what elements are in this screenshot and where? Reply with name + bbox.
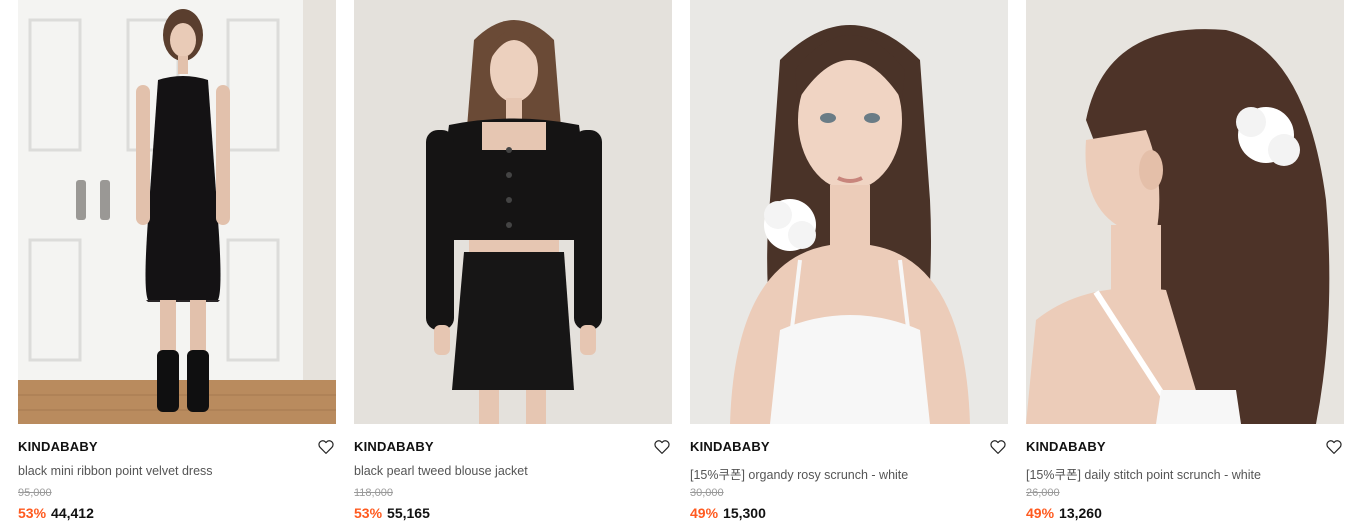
product-name[interactable]: black mini ribbon point velvet dress xyxy=(18,464,336,482)
product-image[interactable] xyxy=(354,0,672,424)
brand-row: KINDABABY xyxy=(690,438,1008,460)
product-card[interactable]: KINDABABY [15%쿠폰] organdy rosy scrunch -… xyxy=(690,0,1008,529)
sale-price: 15,300 xyxy=(723,505,766,521)
original-price: 30,000 xyxy=(690,487,724,499)
brand-row: KINDABABY xyxy=(18,438,336,460)
brand-name[interactable]: KINDABABY xyxy=(1026,439,1106,454)
product-photo-organdy-scrunchie xyxy=(690,0,1008,424)
price-row: 53% 44,412 xyxy=(18,505,336,523)
heart-outline-icon[interactable] xyxy=(989,438,1007,456)
heart-outline-icon[interactable] xyxy=(317,438,335,456)
sale-price: 55,165 xyxy=(387,505,430,521)
product-photo-velvet-dress xyxy=(18,0,336,424)
product-name[interactable]: black pearl tweed blouse jacket xyxy=(354,464,672,482)
product-grid: KINDABABY black mini ribbon point velvet… xyxy=(0,0,1348,529)
product-card[interactable]: KINDABABY black pearl tweed blouse jacke… xyxy=(354,0,672,529)
brand-row: KINDABABY xyxy=(1026,438,1344,460)
discount-rate: 53% xyxy=(18,505,47,521)
original-price: 118,000 xyxy=(354,487,393,499)
brand-row: KINDABABY xyxy=(354,438,672,460)
brand-name[interactable]: KINDABABY xyxy=(18,439,98,454)
product-image[interactable] xyxy=(1026,0,1344,424)
sale-price: 13,260 xyxy=(1059,505,1102,521)
product-name[interactable]: [15%쿠폰] daily stitch point scrunch - whi… xyxy=(1026,464,1344,482)
original-price: 26,000 xyxy=(1026,487,1060,499)
product-name[interactable]: [15%쿠폰] organdy rosy scrunch - white xyxy=(690,464,1008,482)
price-row: 53% 55,165 xyxy=(354,505,672,523)
discount-rate: 53% xyxy=(354,505,383,521)
product-photo-stitch-scrunchie xyxy=(1026,0,1344,424)
product-photo-tweed-jacket xyxy=(354,0,672,424)
product-card[interactable]: KINDABABY black mini ribbon point velvet… xyxy=(18,0,336,529)
price-row: 49% 13,260 xyxy=(1026,505,1344,523)
price-row: 49% 15,300 xyxy=(690,505,1008,523)
discount-rate: 49% xyxy=(690,505,719,521)
product-card[interactable]: KINDABABY [15%쿠폰] daily stitch point scr… xyxy=(1026,0,1344,529)
product-image[interactable] xyxy=(18,0,336,424)
original-price: 95,000 xyxy=(18,487,52,499)
product-image[interactable] xyxy=(690,0,1008,424)
brand-name[interactable]: KINDABABY xyxy=(354,439,434,454)
heart-outline-icon[interactable] xyxy=(1325,438,1343,456)
heart-outline-icon[interactable] xyxy=(653,438,671,456)
brand-name[interactable]: KINDABABY xyxy=(690,439,770,454)
sale-price: 44,412 xyxy=(51,505,94,521)
discount-rate: 49% xyxy=(1026,505,1055,521)
